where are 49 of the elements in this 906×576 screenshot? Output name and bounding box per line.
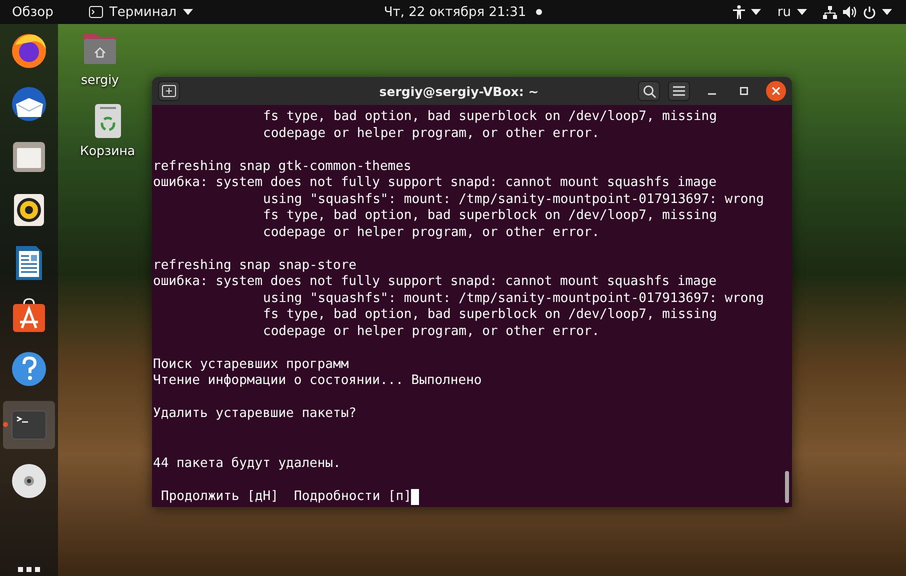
output-line: Поиск устаревших программ: [153, 356, 350, 373]
question-mark-icon: [9, 349, 49, 389]
close-button[interactable]: [766, 81, 786, 101]
output-line: Чтение информации о состоянии... Выполнено: [153, 373, 483, 390]
desktop-icon-label[interactable]: Корзина: [80, 143, 136, 158]
network-icon: [823, 6, 838, 18]
menu-icon: [673, 86, 685, 96]
caret-icon: [182, 9, 193, 15]
output-line: codepage or helper program, or other error.: [262, 224, 601, 241]
output-line: fs type, bad option, bad superblock on /dev/loop7, missing: [262, 109, 718, 126]
search-button[interactable]: [638, 81, 660, 101]
new-tab-icon: [162, 85, 176, 97]
scrollbar-thumb[interactable]: [785, 471, 789, 503]
clock[interactable]: Чт, 22 октября 21:31: [376, 0, 550, 24]
disc-icon: [9, 461, 49, 501]
output-line: ошибка: system does not fully support snapd: cannot mount squashfs image: [153, 274, 718, 290]
output-line: refreshing snap gtk-common-themes: [153, 158, 412, 175]
person-icon: [733, 5, 746, 19]
new-tab-button[interactable]: [158, 81, 180, 101]
caret-icon: [882, 9, 892, 15]
volume-icon: [843, 6, 858, 18]
window-title: sergiy@sergiy-VBox: ~: [378, 84, 540, 98]
output-line: using "squashfs": mount: /tmp/sanity-mountpoint-017913697: wrong: [262, 192, 765, 208]
caret-icon: [751, 9, 762, 15]
output-line: codepage or helper program, or other error.: [262, 126, 601, 142]
maximize-icon: [740, 87, 748, 95]
power-icon: [863, 6, 876, 18]
menu-button[interactable]: [668, 81, 690, 101]
app-menu[interactable]: Терминал: [81, 0, 201, 24]
search-icon: [642, 84, 656, 98]
prompt-text: Продолжить [дН] Подробности [п]: [161, 488, 412, 505]
desktop-icon-label[interactable]: sergiy: [81, 72, 119, 87]
close-icon: [772, 87, 780, 95]
text-cursor: [411, 488, 420, 505]
browser-globe-icon: [9, 31, 49, 71]
mail-bird-icon: [9, 84, 49, 124]
output-line: fs type, bad option, bad superblock on /dev/loop7, missing: [262, 307, 718, 324]
output-line: using "squashfs": mount: /tmp/sanity-mountpoint-017913697: wrong: [262, 290, 765, 307]
activities-button[interactable]: Обзор: [4, 0, 62, 24]
keyboard-layout-menu[interactable]: ru: [769, 0, 816, 24]
output-line: fs type, bad option, bad superblock on /dev/loop7, missing: [262, 208, 718, 224]
output-line: ошибка: system does not fully support snapd: cannot mount squashfs image: [153, 175, 718, 192]
show-apps-icon[interactable]: [18, 567, 40, 572]
output-line: Удалить устаревшие пакеты?: [153, 406, 358, 422]
output-line: refreshing snap snap-store: [153, 258, 358, 274]
output-line: 44 пакета будут удалены.: [153, 456, 342, 472]
output-line: codepage or helper program, or other error.: [262, 324, 601, 340]
caret-icon: [797, 9, 808, 15]
terminal-icon: [89, 6, 104, 18]
